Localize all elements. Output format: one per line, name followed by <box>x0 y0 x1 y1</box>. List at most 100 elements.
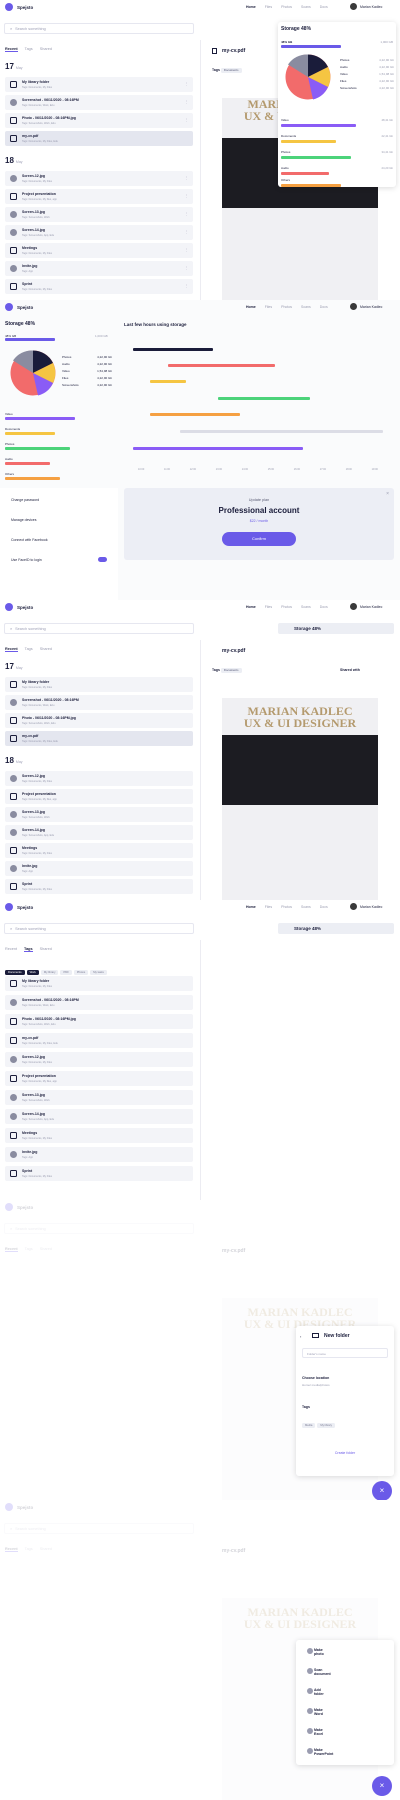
search-input[interactable]: ⌕ Search something <box>4 23 194 34</box>
fab-menu: Make photo Scan document Add folder Make… <box>296 1640 394 1765</box>
tags-row: Tags Documents <box>212 68 244 73</box>
logo <box>5 3 13 11</box>
manage-devices-link[interactable]: Manage devices <box>11 518 37 522</box>
faceid-toggle-label: Use FaceID to login <box>11 558 42 562</box>
legend: Photos 4,22,90 Gb Audio 4,22,90 Gb Video 1,… <box>340 58 394 90</box>
documents-bar <box>281 140 336 143</box>
excel-icon <box>307 1728 313 1734</box>
storage-used: 48% GB <box>281 40 293 44</box>
storage-pill[interactable]: Storage 48% <box>278 623 394 634</box>
storage-progress <box>281 45 341 48</box>
location-value[interactable]: Home/ media/photos <box>302 1383 330 1387</box>
more-icon[interactable]: ⋮ <box>185 118 189 122</box>
tab-shared[interactable]: Shared <box>40 47 52 52</box>
list-item[interactable]: my-cv.pdf Tags: Documents, My Files, Edu <box>5 131 193 146</box>
divider <box>200 40 201 300</box>
folder-icon <box>10 116 17 124</box>
more-icon[interactable]: ⋮ <box>185 82 189 86</box>
search-placeholder: Search something <box>15 26 46 31</box>
day-heading: 18 May <box>5 156 23 165</box>
list-item[interactable]: Screen-13.jpg Tags: Screenshots, Work ⋮ <box>5 207 193 222</box>
folder-name-input[interactable]: Folder's name <box>302 1348 388 1358</box>
user-name: Marian Kadlec <box>360 4 383 9</box>
photos-bar <box>281 156 351 159</box>
file-icon <box>10 134 17 142</box>
top-nav: Home Files Photos Scans Docs <box>246 5 328 9</box>
list-item[interactable]: Meetings Tags: Documents, My Files ⋮ <box>5 243 193 258</box>
image-icon <box>10 98 17 106</box>
more-icon[interactable]: ⋮ <box>185 100 189 104</box>
shared-with: Shared with <box>340 668 360 672</box>
user-menu[interactable]: Marian Kadlec <box>350 3 382 10</box>
list-item[interactable]: Screen-14.jpg Tags: Screenshots, App, Edu… <box>5 225 193 240</box>
tabs: Recent Tags Shared <box>5 47 52 52</box>
file-icon <box>212 48 217 54</box>
close-fab[interactable]: × <box>372 1481 392 1500</box>
folder-icon <box>10 246 17 254</box>
camera-icon <box>307 1648 313 1654</box>
close-icon[interactable]: × <box>386 491 389 497</box>
faceid-toggle[interactable] <box>98 557 107 562</box>
storage-pie <box>10 350 56 396</box>
storage-card: Storage 48% 48% GB 1,000 GB Photos 4,22,9… <box>278 22 396 187</box>
screen-tags: Spejsto Home Files Photos Scans Docs Marian … <box>0 900 400 1200</box>
screen-new-folder: Spejsto ⌕Search something RecentTagsShar… <box>0 1200 400 1500</box>
close-fab[interactable]: × <box>372 1776 392 1796</box>
facebook-link[interactable]: Connect with Facebook <box>11 538 48 542</box>
audio-bar <box>281 172 329 175</box>
screen-fab-menu: Spejsto ⌕Search something RecentTagsShar… <box>0 1500 400 1800</box>
chart-title: Last few hours using storage <box>124 322 187 327</box>
list-item[interactable]: Project presentation Tags: Documents, My … <box>5 189 193 204</box>
word-icon <box>307 1708 313 1714</box>
back-icon[interactable]: ‹ <box>300 1334 301 1339</box>
folder-icon <box>307 1688 313 1694</box>
folder-icon <box>10 80 17 88</box>
storage-title: Storage 48% <box>5 321 36 327</box>
storage-title: Storage 48% <box>281 26 312 32</box>
brand: Spejsto <box>17 4 34 10</box>
folder-icon <box>10 282 17 290</box>
others-bar <box>281 184 341 187</box>
image-icon <box>10 228 17 236</box>
search-icon: ⌕ <box>10 26 13 31</box>
image-icon <box>10 174 17 182</box>
storage-pie <box>285 54 331 100</box>
tag-chip[interactable]: Documents <box>220 68 242 73</box>
folder-icon <box>10 192 17 200</box>
x-axis: 10:00 11:00 12:00 13:00 14:00 15:00 16:00 17:00… <box>138 468 378 471</box>
powerpoint-icon <box>307 1748 313 1754</box>
list-item[interactable]: My library folder Tags: Documents, My Fil… <box>5 77 193 92</box>
header: Spejsto <box>0 0 400 14</box>
list-item[interactable]: Photo - 06/11/2020 - 08:16PM.jpg Tags: Sc… <box>5 113 193 128</box>
create-folder-button[interactable]: Create folder <box>296 1451 394 1455</box>
storage-total: 1,000 GB <box>380 40 393 44</box>
list-item[interactable]: Sprint Tags: Documents, My Files ⋮ <box>5 279 193 294</box>
image-icon <box>10 264 17 272</box>
preview-title: my-cv.pdf <box>222 48 246 54</box>
legend: Photos 4,22,90 Gb Audio 4,22,90 Gb Video 1,… <box>62 355 112 387</box>
screen-storage-details: Spejsto Home Files Photos Scans Docs Marian … <box>0 300 400 600</box>
dialog-title: New folder <box>324 1333 350 1339</box>
day-heading: 17 May <box>5 62 23 71</box>
screen-home-storage: Spejsto Home Files Photos Scans Docs Marian … <box>0 0 400 300</box>
change-password-link[interactable]: Change password <box>11 498 39 502</box>
nav-scans[interactable]: Scans <box>301 5 311 9</box>
confirm-button[interactable]: Confirm <box>222 532 296 546</box>
plan-card: Update plan Professional account $22 / m… <box>124 488 394 560</box>
screen-preview: Spejsto Home Files Photos Scans Docs Marian … <box>0 600 400 900</box>
nav-files[interactable]: Files <box>265 5 272 9</box>
list-item[interactable]: Invite.jpg Tags: App ⋮ <box>5 261 193 276</box>
nav-home[interactable]: Home <box>246 5 256 9</box>
folder-icon <box>312 1333 319 1338</box>
new-folder-dialog: ‹ New folder Folder's name Choose locati… <box>296 1326 394 1476</box>
scan-icon <box>307 1668 313 1674</box>
tab-tags[interactable]: Tags <box>25 47 33 52</box>
nav-photos[interactable]: Photos <box>281 5 292 9</box>
image-icon <box>10 210 17 218</box>
avatar <box>350 3 357 10</box>
list-item[interactable]: Screen-12.jpg Tags: Documents, My Files ⋮ <box>5 171 193 186</box>
tab-recent[interactable]: Recent <box>5 47 18 52</box>
settings-list: Change password Manage devices Connect w… <box>0 488 118 600</box>
list-item[interactable]: Screenshot - 06/11/2020 - 08:16PM Tags: D… <box>5 95 193 110</box>
nav-docs[interactable]: Docs <box>320 5 328 9</box>
